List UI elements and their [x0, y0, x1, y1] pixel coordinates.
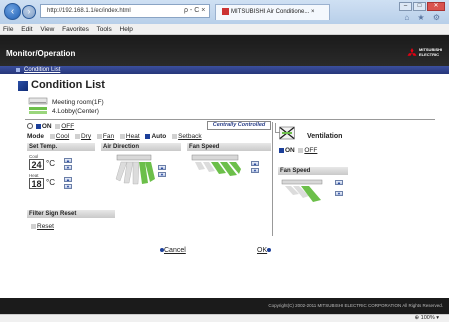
- brand-line-2: ELECTRIC: [419, 52, 439, 57]
- zoom-control[interactable]: ⊕ 100% ▾: [415, 315, 440, 322]
- fan-speed-header: Fan Speed: [187, 143, 271, 151]
- cool-temp-down-button[interactable]: ▼: [64, 165, 72, 170]
- brand-logo: MITSUBISHI ELECTRIC: [407, 47, 443, 59]
- menu-edit[interactable]: Edit: [21, 26, 32, 33]
- ok-action[interactable]: OK: [257, 247, 272, 254]
- breadcrumb-link[interactable]: Condition List: [24, 66, 60, 74]
- vent-fan-speed-block: ▲ ▼: [281, 178, 351, 208]
- control-panel: ON OFF Centrally Controlled Mode Cool Dr…: [25, 119, 435, 244]
- tab-title: MITSUBISHI Air Conditione... ×: [231, 9, 315, 15]
- fan-speed-icon: [191, 154, 241, 176]
- fan-speed-up-button[interactable]: ▲: [251, 161, 259, 166]
- ac-onoff-row: ON OFF: [27, 123, 74, 130]
- close-button[interactable]: ✕: [427, 2, 445, 11]
- off-radio[interactable]: [55, 123, 61, 129]
- ventilation-onoff-row: ON OFF: [279, 147, 317, 154]
- mode-dry[interactable]: Dry: [74, 133, 91, 140]
- vent-fan-speed-header: Fan Speed: [278, 167, 348, 175]
- app-header: Monitor/Operation MITSUBISHI ELECTRIC: [0, 35, 449, 66]
- minimize-button[interactable]: –: [399, 2, 412, 11]
- ok-link[interactable]: OK: [257, 247, 267, 254]
- heat-temp-down-button[interactable]: ▼: [64, 184, 72, 189]
- heat-temp-unit: °C: [46, 178, 55, 187]
- forward-button[interactable]: ›: [22, 5, 36, 19]
- ac-panel: ON OFF Centrally Controlled Mode Cool Dr…: [25, 120, 271, 238]
- mode-label: Mode: [27, 133, 44, 140]
- set-temp-header: Set Temp.: [27, 143, 95, 151]
- centrally-controlled-badge: Centrally Controlled: [207, 121, 271, 130]
- power-icon: [27, 123, 33, 130]
- menu-help[interactable]: Help: [120, 26, 133, 33]
- status-bar: ⊕ 100% ▾: [0, 314, 449, 322]
- vent-off-radio[interactable]: [298, 147, 304, 153]
- vent-on-radio[interactable]: [279, 147, 284, 153]
- indoor-unit-icon: [28, 97, 48, 114]
- browser-toolbar-icons[interactable]: ⌂ ★ ⚙: [404, 13, 443, 22]
- vent-fan-speed-up-button[interactable]: ▲: [335, 180, 343, 185]
- title-square-icon: [18, 81, 28, 91]
- window-controls: – □ ✕: [398, 2, 445, 12]
- mode-row: Mode Cool Dry Fan Heat Auto Setback: [27, 133, 206, 140]
- menu-file[interactable]: File: [3, 26, 13, 33]
- mode-cool[interactable]: Cool: [49, 133, 69, 140]
- vent-fan-speed-icon: [281, 179, 323, 202]
- fan-speed-block: ▲ ▼: [191, 153, 271, 193]
- browser-titlebar: ‹ › http://192.168.1.1/ec/index.html ρ -…: [0, 0, 449, 24]
- app-title: Monitor/Operation: [6, 49, 76, 58]
- on-radio[interactable]: [35, 123, 41, 129]
- copyright-text: Copyright(C) 2002-2011 MITSUBISHI ELECTR…: [268, 303, 443, 308]
- on-label[interactable]: ON: [42, 123, 52, 130]
- cool-temp-unit: °C: [46, 159, 55, 168]
- filter-sign-reset-header: Filter Sign Reset: [27, 210, 115, 218]
- maximize-button[interactable]: □: [413, 2, 426, 11]
- cool-temp-up-button[interactable]: ▲: [64, 158, 72, 163]
- mode-auto[interactable]: Auto: [145, 133, 166, 140]
- cancel-action[interactable]: Cancel: [160, 247, 186, 254]
- reset-link[interactable]: Reset: [37, 223, 54, 230]
- mode-fan[interactable]: Fan: [96, 133, 114, 140]
- back-button[interactable]: ‹: [4, 3, 21, 20]
- mitsubishi-logo-icon: [407, 48, 417, 56]
- mode-heat[interactable]: Heat: [119, 133, 140, 140]
- set-temp-block: Cool 24 °C ▲ ▼ Heat 18 °C ▲ ▼: [29, 154, 89, 198]
- browser-window: ‹ › http://192.168.1.1/ec/index.html ρ -…: [0, 0, 449, 322]
- reset-row: Reset: [31, 223, 54, 230]
- page-footer: Copyright(C) 2002-2011 MITSUBISHI ELECTR…: [0, 298, 449, 314]
- menu-tools[interactable]: Tools: [97, 26, 112, 33]
- cancel-link[interactable]: Cancel: [164, 247, 186, 254]
- heat-temp-value: 18: [29, 178, 44, 189]
- air-direction-block: ▲ ▼: [115, 153, 177, 193]
- vent-fan-speed-down-button[interactable]: ▼: [335, 191, 343, 196]
- breadcrumb-bullet-icon: [16, 68, 20, 72]
- address-tools[interactable]: ρ - C ×: [184, 4, 214, 18]
- reset-radio[interactable]: [31, 223, 36, 229]
- menu-favorites[interactable]: Favorites: [62, 26, 89, 33]
- ventilation-title: Ventilation: [307, 133, 343, 140]
- brand-text: MITSUBISHI ELECTRIC: [419, 47, 442, 57]
- ok-dot-icon: [267, 248, 272, 253]
- browser-tab[interactable]: MITSUBISHI Air Conditione... ×: [215, 4, 330, 20]
- action-row: Cancel OK: [0, 245, 449, 257]
- off-link[interactable]: OFF: [61, 123, 74, 130]
- air-direction-up-button[interactable]: ▲: [158, 165, 166, 170]
- ventilation-icon: [279, 126, 295, 140]
- menu-bar: File Edit View Favorites Tools Help: [0, 24, 449, 35]
- air-direction-down-button[interactable]: ▼: [158, 172, 166, 177]
- vent-on-label[interactable]: ON: [285, 147, 295, 154]
- fan-speed-down-button[interactable]: ▼: [251, 168, 259, 173]
- panel-divider: [272, 122, 273, 236]
- mode-setback[interactable]: Setback: [172, 133, 202, 140]
- page-title: Condition List: [31, 79, 105, 91]
- breadcrumb-bar: Condition List: [0, 66, 449, 74]
- menu-view[interactable]: View: [40, 26, 54, 33]
- air-direction-icon: [115, 154, 155, 185]
- room-name: Meeting room(1F): [52, 99, 104, 106]
- site-icon: [222, 7, 229, 15]
- heat-temp-up-button[interactable]: ▲: [64, 177, 72, 182]
- unit-name: 4.Lobby(Center): [52, 108, 99, 115]
- air-direction-header: Air Direction: [101, 143, 181, 151]
- cool-temp-value: 24: [29, 159, 44, 170]
- vent-off-link[interactable]: OFF: [304, 147, 317, 154]
